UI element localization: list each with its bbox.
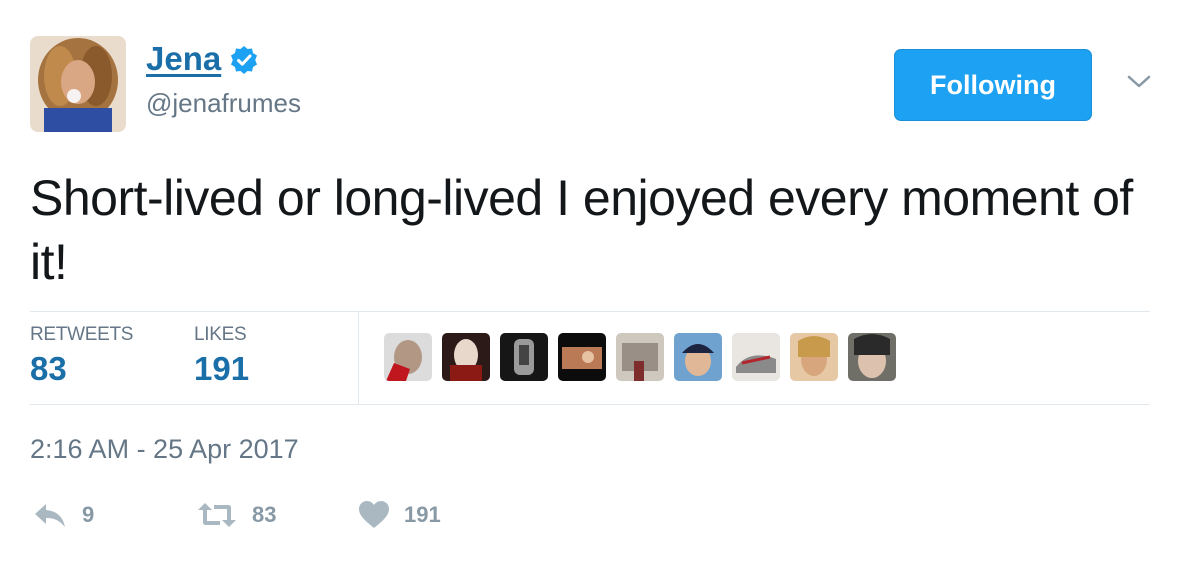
likes-label: LIKES bbox=[194, 324, 247, 345]
liker-avatar[interactable] bbox=[790, 333, 838, 381]
reply-button[interactable]: 9 bbox=[32, 500, 94, 530]
retweets-label: RETWEETS bbox=[30, 324, 134, 345]
avatar-image bbox=[30, 36, 126, 132]
heart-icon bbox=[358, 500, 390, 530]
verified-badge-icon bbox=[229, 45, 259, 75]
liker-avatar[interactable] bbox=[674, 333, 722, 381]
chevron-down-icon[interactable] bbox=[1124, 72, 1154, 92]
reply-count: 9 bbox=[82, 502, 95, 527]
following-button[interactable]: Following bbox=[894, 49, 1092, 121]
like-button[interactable]: 191 bbox=[358, 500, 441, 530]
divider-bottom bbox=[30, 404, 1150, 405]
retweets-stat[interactable]: RETWEETS 83 bbox=[30, 324, 133, 388]
liker-avatar[interactable] bbox=[616, 333, 664, 381]
tweet-timestamp[interactable]: 2:16 AM - 25 Apr 2017 bbox=[30, 434, 299, 465]
display-name[interactable]: Jena bbox=[146, 40, 221, 78]
user-handle[interactable]: @jenafrumes bbox=[146, 88, 301, 119]
likes-stat[interactable]: LIKES 191 bbox=[194, 324, 249, 388]
name-row: Jena bbox=[146, 40, 259, 78]
stats-divider bbox=[358, 312, 359, 404]
divider-top bbox=[30, 311, 1150, 312]
likes-count: 191 bbox=[194, 350, 250, 387]
reply-icon bbox=[32, 500, 68, 530]
retweet-icon bbox=[196, 500, 238, 530]
liker-avatar[interactable] bbox=[558, 333, 606, 381]
tweet-text: Short-lived or long-lived I enjoyed ever… bbox=[30, 170, 1133, 290]
liker-avatar[interactable] bbox=[384, 333, 432, 381]
likers-avatars bbox=[384, 333, 896, 381]
user-avatar[interactable] bbox=[30, 36, 126, 132]
like-count: 191 bbox=[404, 502, 441, 527]
retweet-count: 83 bbox=[252, 502, 277, 527]
liker-avatar[interactable] bbox=[442, 333, 490, 381]
liker-avatar[interactable] bbox=[500, 333, 548, 381]
tweet-card: Jena @jenafrumes Following Short-lived o… bbox=[0, 0, 1186, 574]
liker-avatar[interactable] bbox=[848, 333, 896, 381]
liker-avatar[interactable] bbox=[732, 333, 780, 381]
retweets-count: 83 bbox=[30, 350, 67, 387]
retweet-button[interactable]: 83 bbox=[196, 500, 276, 530]
